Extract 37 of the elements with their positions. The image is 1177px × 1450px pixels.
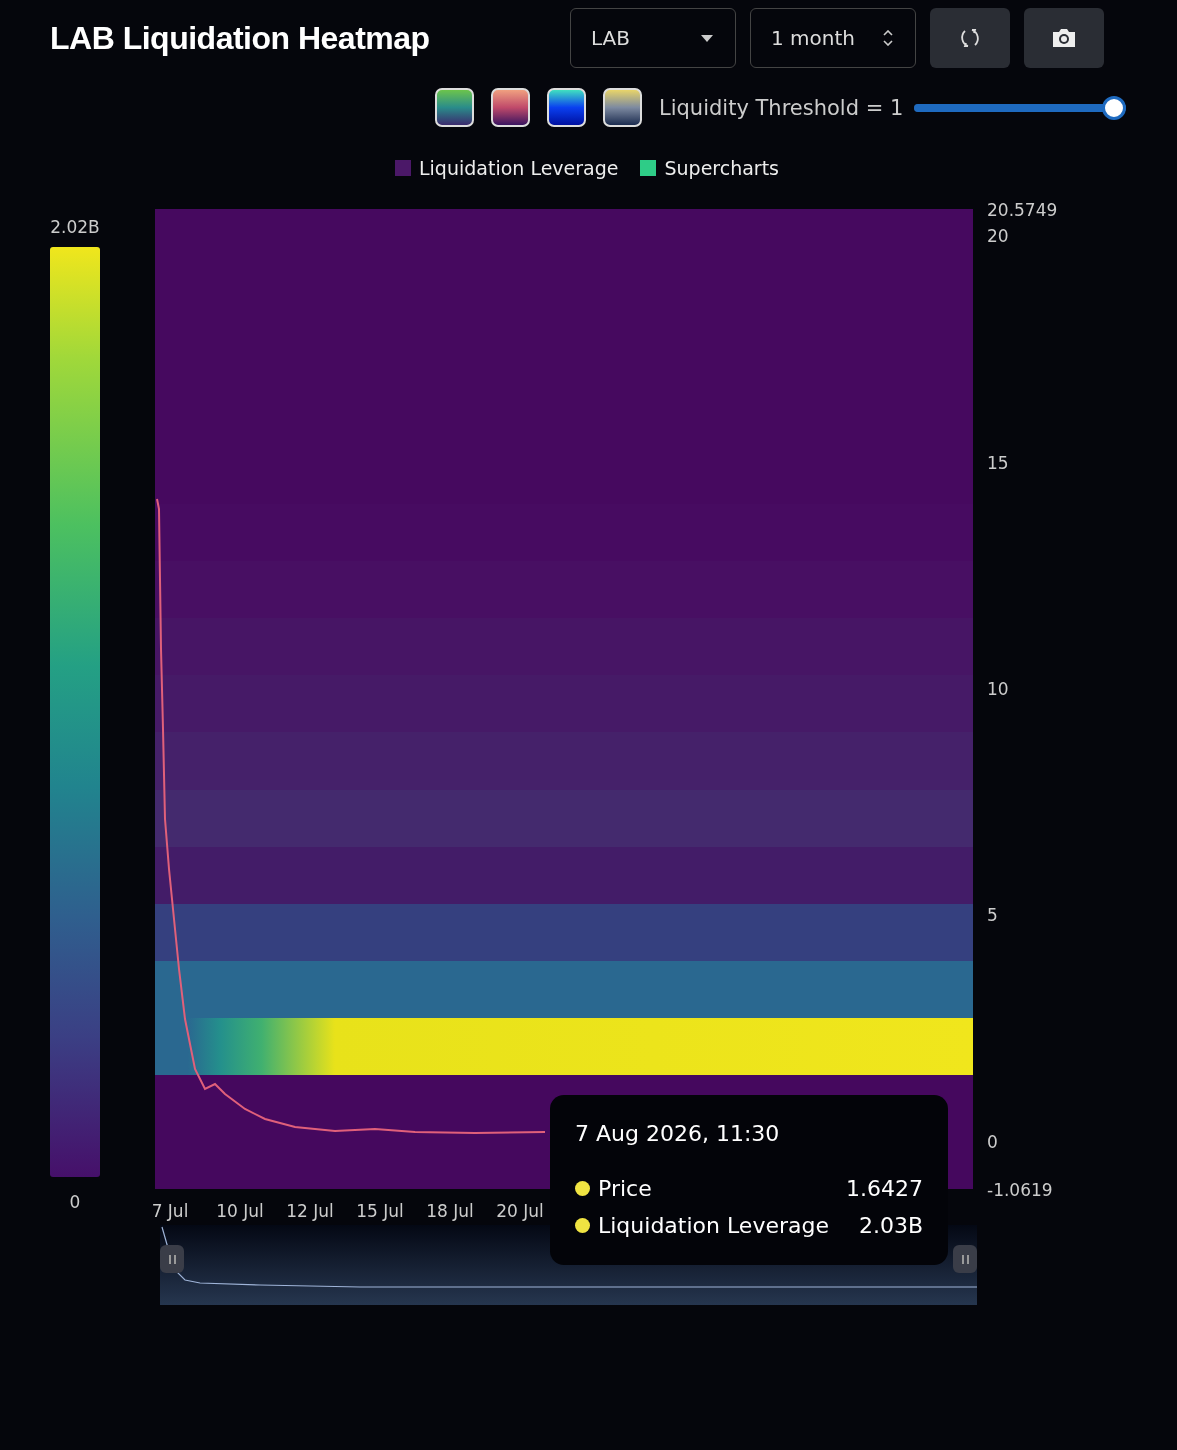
tooltip-value: 1.6427 xyxy=(846,1176,923,1201)
caret-icon xyxy=(701,34,713,42)
camera-icon xyxy=(1050,26,1078,50)
y-axis-label: -1.0619 xyxy=(987,1180,1053,1200)
up-down-chevron-icon xyxy=(883,30,893,46)
page-title: LAB Liquidation Heatmap xyxy=(50,19,430,57)
legend-label[interactable]: Liquidation Leverage xyxy=(419,157,619,179)
tooltip-label: Liquidation Leverage xyxy=(598,1213,830,1238)
color-scheme-swatch[interactable] xyxy=(547,88,586,127)
tooltip-value: 2.03B xyxy=(858,1213,923,1238)
x-axis-label: 20 Jul xyxy=(495,1201,545,1221)
y-axis-label: 20.5749 xyxy=(987,200,1058,220)
y-axis-label: 10 xyxy=(987,678,1009,699)
tooltip-label: Price xyxy=(598,1176,653,1201)
x-axis-label: 12 Jul xyxy=(285,1201,335,1221)
color-scheme-swatch[interactable] xyxy=(435,88,474,127)
x-axis-label: 18 Jul xyxy=(425,1201,475,1221)
range-handle[interactable] xyxy=(160,1245,184,1273)
color-scheme-swatch[interactable] xyxy=(491,88,530,127)
symbol-select[interactable]: LAB xyxy=(570,8,736,68)
y-axis-label: 5 xyxy=(987,905,998,926)
x-axis-label: 15 Jul xyxy=(355,1201,405,1221)
threshold-slider[interactable] xyxy=(914,94,1127,121)
scale-max-label: 2.02B xyxy=(50,217,100,237)
camera-button[interactable] xyxy=(1024,8,1104,68)
x-axis-label: 10 Jul xyxy=(215,1201,265,1221)
scale-min-label: 0 xyxy=(69,1192,81,1212)
tooltip-time: 7 Aug 2026, 11:30 xyxy=(575,1121,781,1146)
y-axis-label: 0 xyxy=(987,1131,998,1152)
y-axis-label: 20 xyxy=(987,226,1009,247)
range-handle[interactable] xyxy=(953,1245,977,1273)
legend-label[interactable]: Supercharts xyxy=(664,157,779,179)
color-scheme-swatch[interactable] xyxy=(603,88,642,127)
y-axis-label: 15 xyxy=(987,452,1009,473)
threshold-label: Liquidity Threshold = 1 xyxy=(659,95,904,120)
x-axis-label: 7 Jul xyxy=(150,1201,190,1221)
period-select[interactable]: 1 month xyxy=(750,8,916,68)
